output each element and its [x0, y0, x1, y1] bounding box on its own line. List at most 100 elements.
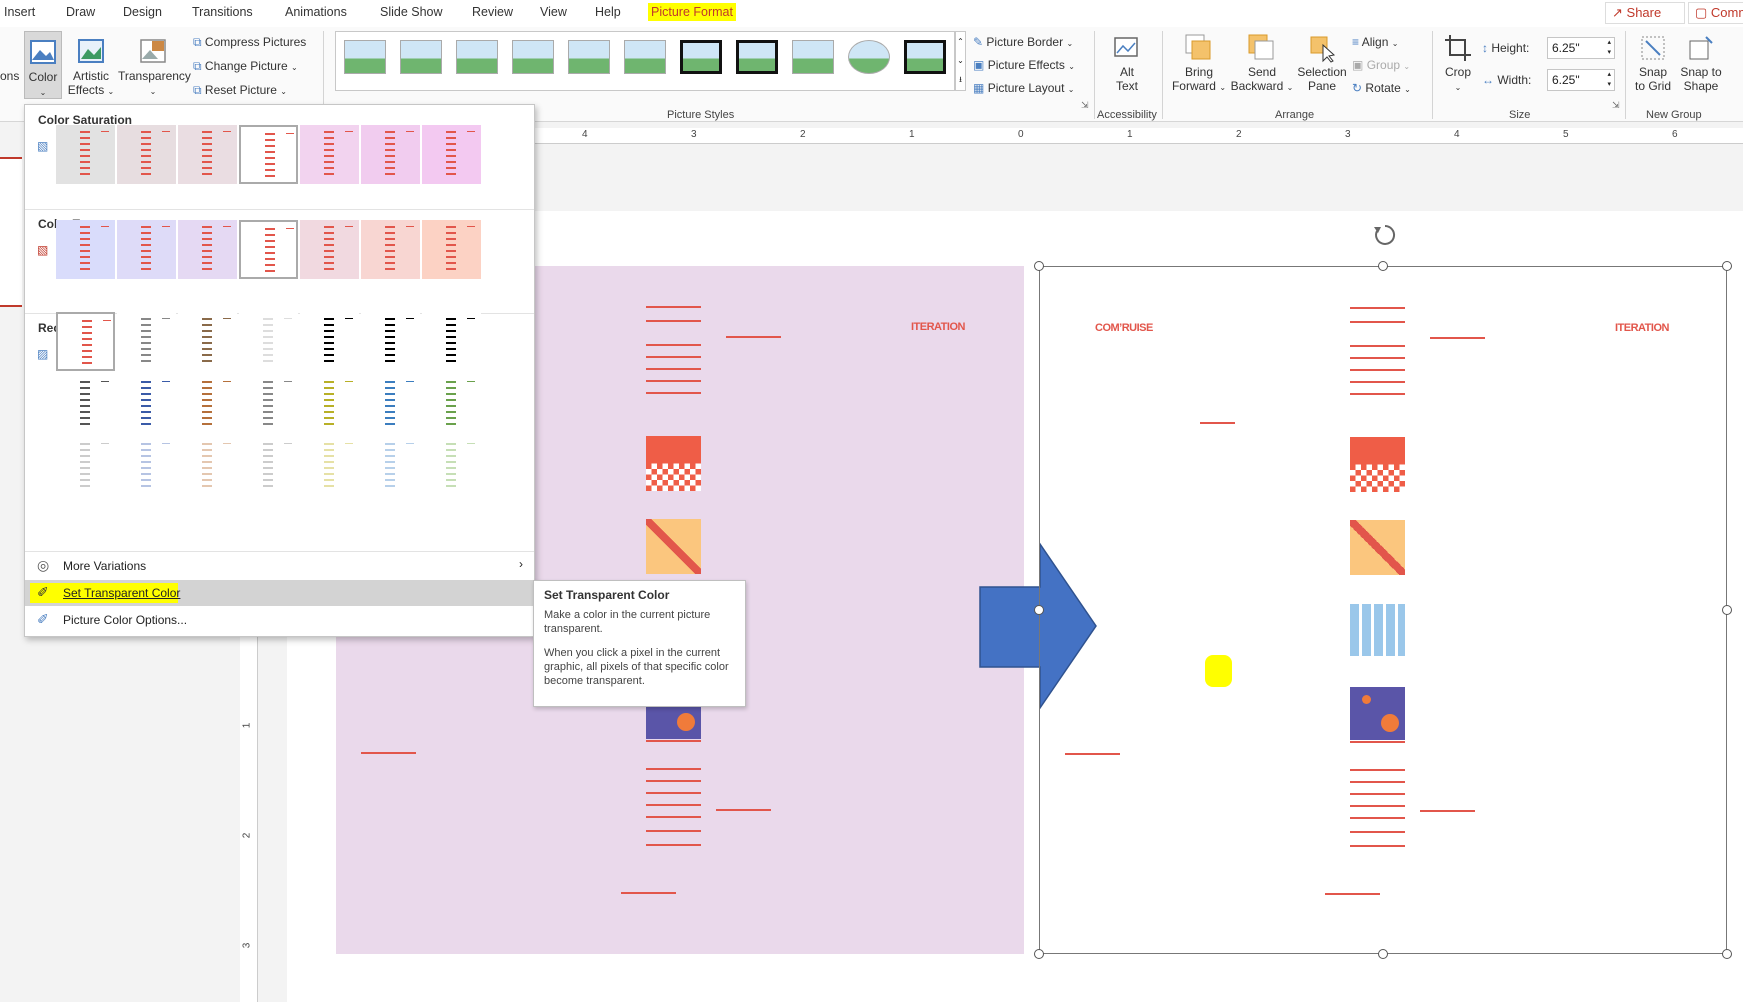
picture-style-thumb[interactable]	[512, 40, 554, 78]
color-variation-thumb[interactable]	[56, 312, 115, 371]
color-variation-thumb[interactable]	[422, 375, 481, 434]
color-variation-thumb[interactable]	[300, 375, 359, 434]
picture-border-button[interactable]: ✎ Picture Border ⌄	[973, 35, 1073, 51]
color-variation-thumb[interactable]	[239, 375, 298, 434]
spinner-icon[interactable]: ▴ ▾	[1607, 70, 1611, 90]
spinner-icon[interactable]: ▴ ▾	[1607, 38, 1611, 58]
picture-style-thumb[interactable]	[792, 40, 834, 78]
color-variation-thumb[interactable]	[117, 312, 176, 371]
tab-help[interactable]: Help	[595, 5, 621, 19]
crop-button[interactable]: Crop ⌄	[1436, 33, 1480, 95]
color-variation-thumb[interactable]	[422, 125, 481, 184]
color-variation-thumb[interactable]	[56, 125, 115, 184]
resize-handle[interactable]	[1034, 605, 1044, 615]
slide-thumbnail[interactable]	[0, 157, 22, 307]
picture-styles-gallery[interactable]	[335, 31, 955, 91]
picture-selected[interactable]: ITERATION COM’RUISE	[1039, 266, 1727, 954]
color-variation-thumb[interactable]	[178, 125, 237, 184]
color-variation-thumb[interactable]	[117, 220, 176, 279]
align-button[interactable]: ≡ Align ⌄	[1352, 35, 1398, 51]
color-variation-thumb[interactable]	[361, 375, 420, 434]
picture-style-thumb[interactable]	[904, 40, 946, 78]
more-variations-item[interactable]: ◎ More Variations ›	[25, 553, 534, 579]
color-variation-thumb[interactable]	[56, 220, 115, 279]
slide-thumbnail-pane[interactable]	[0, 122, 22, 1002]
artistic-effects-button[interactable]: Artistic Effects ⌄	[66, 31, 116, 99]
color-variation-thumb[interactable]	[361, 437, 420, 496]
color-variation-thumb[interactable]	[300, 437, 359, 496]
color-variation-thumb[interactable]	[300, 220, 359, 279]
resize-handle[interactable]	[1722, 261, 1732, 271]
color-variation-thumb[interactable]	[239, 220, 298, 279]
color-variation-thumb[interactable]	[56, 437, 115, 496]
color-variation-thumb[interactable]	[361, 125, 420, 184]
group-button[interactable]: ▣ Group ⌄	[1352, 58, 1410, 74]
color-variation-thumb[interactable]	[239, 437, 298, 496]
resize-handle[interactable]	[1378, 949, 1388, 959]
color-variation-thumb[interactable]	[300, 125, 359, 184]
tab-insert[interactable]: Insert	[4, 5, 35, 19]
picture-effects-button[interactable]: ▣ Picture Effects ⌄	[973, 58, 1075, 74]
tab-view[interactable]: View	[540, 5, 567, 19]
picture-style-thumb[interactable]	[400, 40, 442, 78]
tab-review[interactable]: Review	[472, 5, 513, 19]
picture-style-thumb[interactable]	[680, 40, 722, 78]
tab-design[interactable]: Design	[123, 5, 162, 19]
color-variation-thumb[interactable]	[361, 220, 420, 279]
picture-style-thumb[interactable]	[848, 40, 890, 78]
resize-handle[interactable]	[1378, 261, 1388, 271]
chevron-down-icon[interactable]: ⌄	[956, 51, 965, 70]
picture-layout-button[interactable]: ▦ Picture Layout ⌄	[973, 81, 1074, 97]
share-button[interactable]: ↗ Share	[1605, 2, 1685, 24]
picture-style-thumb[interactable]	[344, 40, 386, 78]
gallery-more-icon[interactable]: ⭳	[956, 70, 965, 89]
comments-button[interactable]: ▢ Comm	[1688, 2, 1743, 24]
change-picture-button[interactable]: ⧉ Change Picture ⌄	[193, 59, 298, 75]
compress-pictures-button[interactable]: ⧉ Compress Pictures	[193, 35, 306, 49]
rotate-handle-icon[interactable]	[1372, 222, 1398, 248]
selection-pane-button[interactable]: Selection Pane	[1294, 33, 1350, 93]
resize-handle[interactable]	[1034, 261, 1044, 271]
tab-draw[interactable]: Draw	[66, 5, 95, 19]
picture-style-thumb[interactable]	[456, 40, 498, 78]
picture-color-options-item[interactable]: ✐ Picture Color Options...	[25, 607, 534, 633]
snap-to-grid-button[interactable]: Snap to Grid	[1628, 33, 1678, 93]
snap-to-shape-button[interactable]: Snap to Shape	[1676, 33, 1726, 93]
picture-style-thumb[interactable]	[736, 40, 778, 78]
height-input[interactable]: 6.25" ▴ ▾	[1547, 37, 1615, 59]
color-button[interactable]: Color ⌄	[24, 31, 62, 99]
color-variation-thumb[interactable]	[239, 125, 298, 184]
color-variation-thumb[interactable]	[178, 312, 237, 371]
tab-slide-show[interactable]: Slide Show	[380, 5, 443, 19]
width-input[interactable]: 6.25" ▴ ▾	[1547, 69, 1615, 91]
dialog-launcher-icon[interactable]: ⇲	[1612, 100, 1620, 111]
color-variation-thumb[interactable]	[422, 437, 481, 496]
tab-picture-format[interactable]: Picture Format	[648, 3, 736, 21]
resize-handle[interactable]	[1722, 949, 1732, 959]
picture-style-thumb[interactable]	[568, 40, 610, 78]
color-variation-thumb[interactable]	[422, 220, 481, 279]
resize-handle[interactable]	[1722, 605, 1732, 615]
tab-animations[interactable]: Animations	[285, 5, 347, 19]
chevron-up-icon[interactable]: ⌃	[956, 32, 965, 51]
color-variation-thumb[interactable]	[56, 375, 115, 434]
color-variation-thumb[interactable]	[117, 375, 176, 434]
bring-forward-button[interactable]: Bring Forward ⌄	[1166, 33, 1232, 95]
dialog-launcher-icon[interactable]: ⇲	[1081, 100, 1089, 111]
color-variation-thumb[interactable]	[117, 437, 176, 496]
color-variation-thumb[interactable]	[178, 375, 237, 434]
alt-text-button[interactable]: Alt Text	[1100, 33, 1154, 93]
tab-transitions[interactable]: Transitions	[192, 5, 253, 19]
color-variation-thumb[interactable]	[300, 312, 359, 371]
color-variation-thumb[interactable]	[178, 220, 237, 279]
color-variation-thumb[interactable]	[117, 125, 176, 184]
set-transparent-color-item[interactable]: ✐ Set Transparent Color	[25, 580, 534, 606]
color-variation-thumb[interactable]	[239, 312, 298, 371]
gallery-scroll[interactable]: ⌃ ⌄ ⭳	[955, 31, 966, 91]
color-variation-thumb[interactable]	[422, 312, 481, 371]
resize-handle[interactable]	[1034, 949, 1044, 959]
send-backward-button[interactable]: Send Backward ⌄	[1230, 33, 1294, 95]
picture-style-thumb[interactable]	[624, 40, 666, 78]
color-variation-thumb[interactable]	[361, 312, 420, 371]
transparency-button[interactable]: Transparency ⌄	[118, 31, 191, 99]
